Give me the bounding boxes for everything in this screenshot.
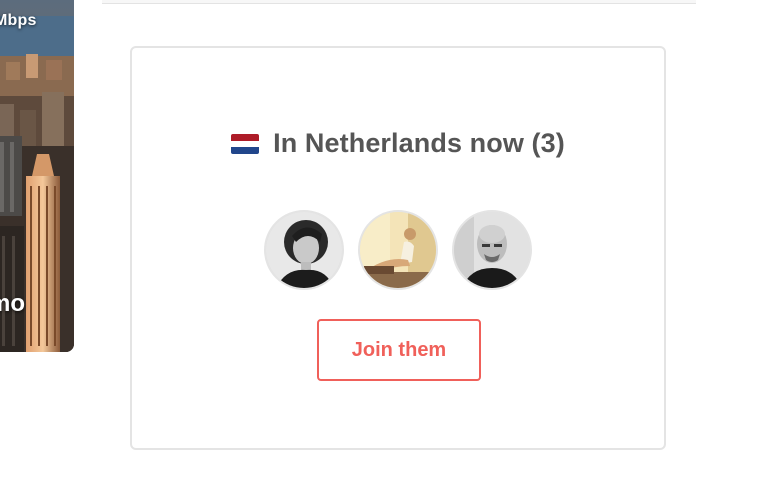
city-name-label: mo [0, 290, 25, 317]
netherlands-flag-icon [231, 133, 260, 154]
page: Mbps mo In Netherlands now (3) [0, 0, 762, 504]
nomad-avatar-2[interactable] [358, 210, 438, 290]
avatar-list [132, 210, 664, 290]
city-card[interactable]: Mbps mo [0, 0, 74, 352]
nomad-avatar-3[interactable] [452, 210, 532, 290]
nomads-count-heading: In Netherlands now (3) [273, 128, 565, 158]
nomad-avatar-1[interactable] [264, 210, 344, 290]
card-heading: In Netherlands now (3) [132, 128, 664, 159]
internet-speed-label: Mbps [0, 12, 37, 29]
nomads-here-card: In Netherlands now (3) Join them [130, 46, 666, 450]
top-divider [102, 0, 696, 4]
join-them-button[interactable]: Join them [317, 319, 481, 381]
